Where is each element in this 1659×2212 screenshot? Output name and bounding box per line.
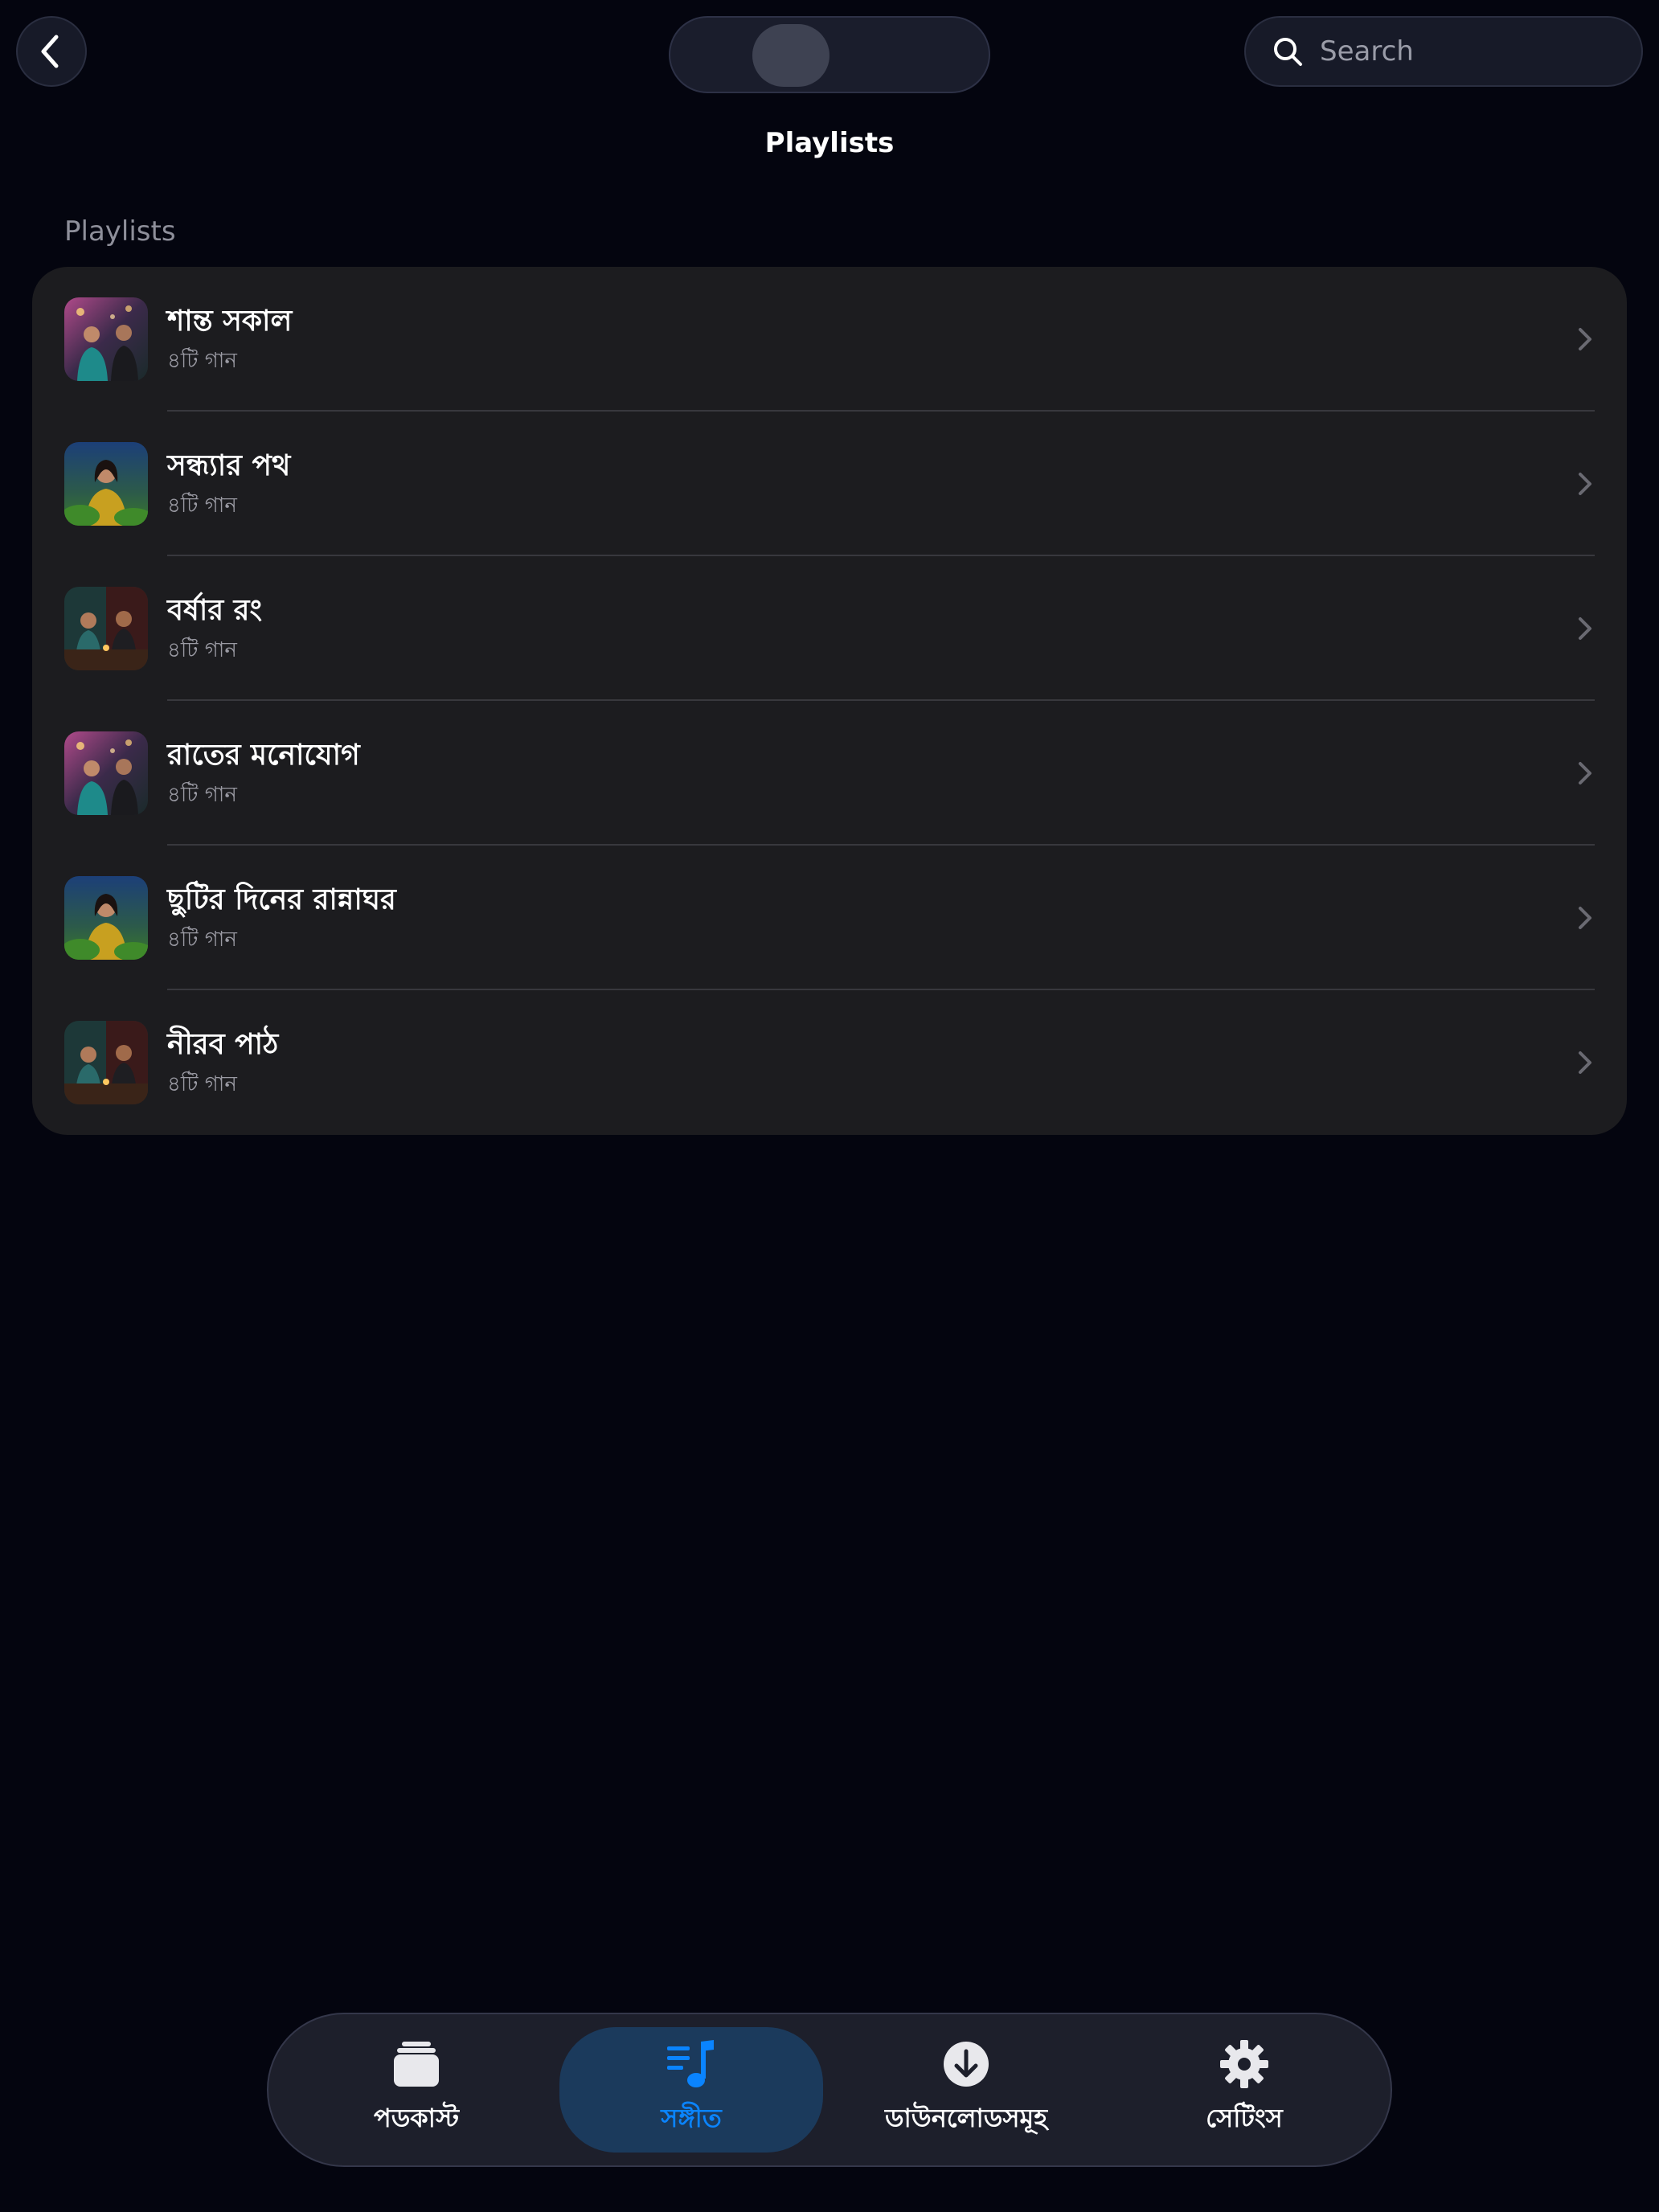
page: Playlists Playlists শান্ত সকাল ৪টি গান <box>0 0 1659 2212</box>
tab-settings[interactable]: সেটিংস <box>1112 2027 1376 2153</box>
playlist-row[interactable]: শান্ত সকাল ৪টি গান <box>32 267 1627 412</box>
tab-downloads[interactable]: ডাউনলোডসমূহ <box>834 2027 1098 2153</box>
playlist-title: নীরব পাঠ <box>167 1028 279 1061</box>
chevron-right-icon <box>1579 762 1591 784</box>
podcast-stack-icon <box>394 2042 439 2087</box>
download-circle-icon <box>944 2042 989 2087</box>
tab-label: সেটিংস <box>1206 2103 1283 2133</box>
playlist-row[interactable]: ছুটির দিনের রান্নাঘর ৪টি গান <box>32 846 1627 990</box>
page-title: Playlists <box>764 127 895 159</box>
playlist-title: ছুটির দিনের রান্নাঘর <box>167 883 396 916</box>
playlist-title: শান্ত সকাল <box>167 305 293 338</box>
search-field[interactable] <box>1244 16 1643 87</box>
tab-label: সঙ্গীত <box>661 2103 722 2133</box>
chevron-right-icon <box>1579 1051 1591 1074</box>
playlist-row[interactable]: রাতের মনোযোগ ৪টি গান <box>32 701 1627 846</box>
playlist-title: বর্ষার রং <box>167 594 262 627</box>
gear-icon <box>1220 2040 1268 2088</box>
playlist-artwork <box>64 731 148 815</box>
playlist-row[interactable]: সন্ধ্যার পথ ৪টি গান <box>32 412 1627 556</box>
search-input[interactable] <box>1320 35 1625 68</box>
playlist-song-count: ৪টি গান <box>167 783 237 807</box>
search-icon <box>1274 38 1302 66</box>
music-note-list-icon <box>667 2040 714 2087</box>
chevron-right-icon <box>1579 907 1591 929</box>
chevron-left-icon <box>41 35 59 68</box>
playlist-artwork <box>64 876 148 960</box>
chevron-right-icon <box>1579 473 1591 495</box>
playlist-title: রাতের মনোযোগ <box>167 739 360 772</box>
playlist-artwork <box>64 1021 148 1104</box>
playlist-row[interactable]: বর্ষার রং ৪টি গান <box>32 556 1627 701</box>
segmented-control[interactable] <box>669 16 990 93</box>
playlist-song-count: ৪টি গান <box>167 349 237 373</box>
tab-label: পডকাস্ট <box>374 2103 459 2133</box>
tab-label: ডাউনলোডসমূহ <box>884 2103 1048 2133</box>
tab-podcasts[interactable]: পডকাস্ট <box>285 2027 548 2153</box>
playlist-song-count: ৪টি গান <box>167 928 237 952</box>
playlist-song-count: ৪টি গান <box>167 494 237 518</box>
playlist-list: শান্ত সকাল ৪টি গান সন্ধ্যার পথ ৪টি গান ব… <box>32 267 1627 1135</box>
playlist-song-count: ৪টি গান <box>167 1072 237 1096</box>
playlist-artwork <box>64 442 148 526</box>
chevron-right-icon <box>1579 328 1591 350</box>
playlist-artwork <box>64 587 148 670</box>
section-header: Playlists <box>64 215 176 248</box>
tab-bar: পডকাস্ট সঙ্গীত ডাউনলোডসমূহ সেটিংস <box>267 2013 1392 2167</box>
tab-music[interactable]: সঙ্গীত <box>559 2027 823 2153</box>
segment-knob[interactable] <box>752 24 830 87</box>
playlist-song-count: ৪টি গান <box>167 638 237 662</box>
chevron-right-icon <box>1579 617 1591 640</box>
back-button[interactable] <box>16 16 87 87</box>
playlist-row[interactable]: নীরব পাঠ ৪টি গান <box>32 990 1627 1135</box>
playlist-artwork <box>64 297 148 381</box>
playlist-title: সন্ধ্যার পথ <box>167 449 291 482</box>
